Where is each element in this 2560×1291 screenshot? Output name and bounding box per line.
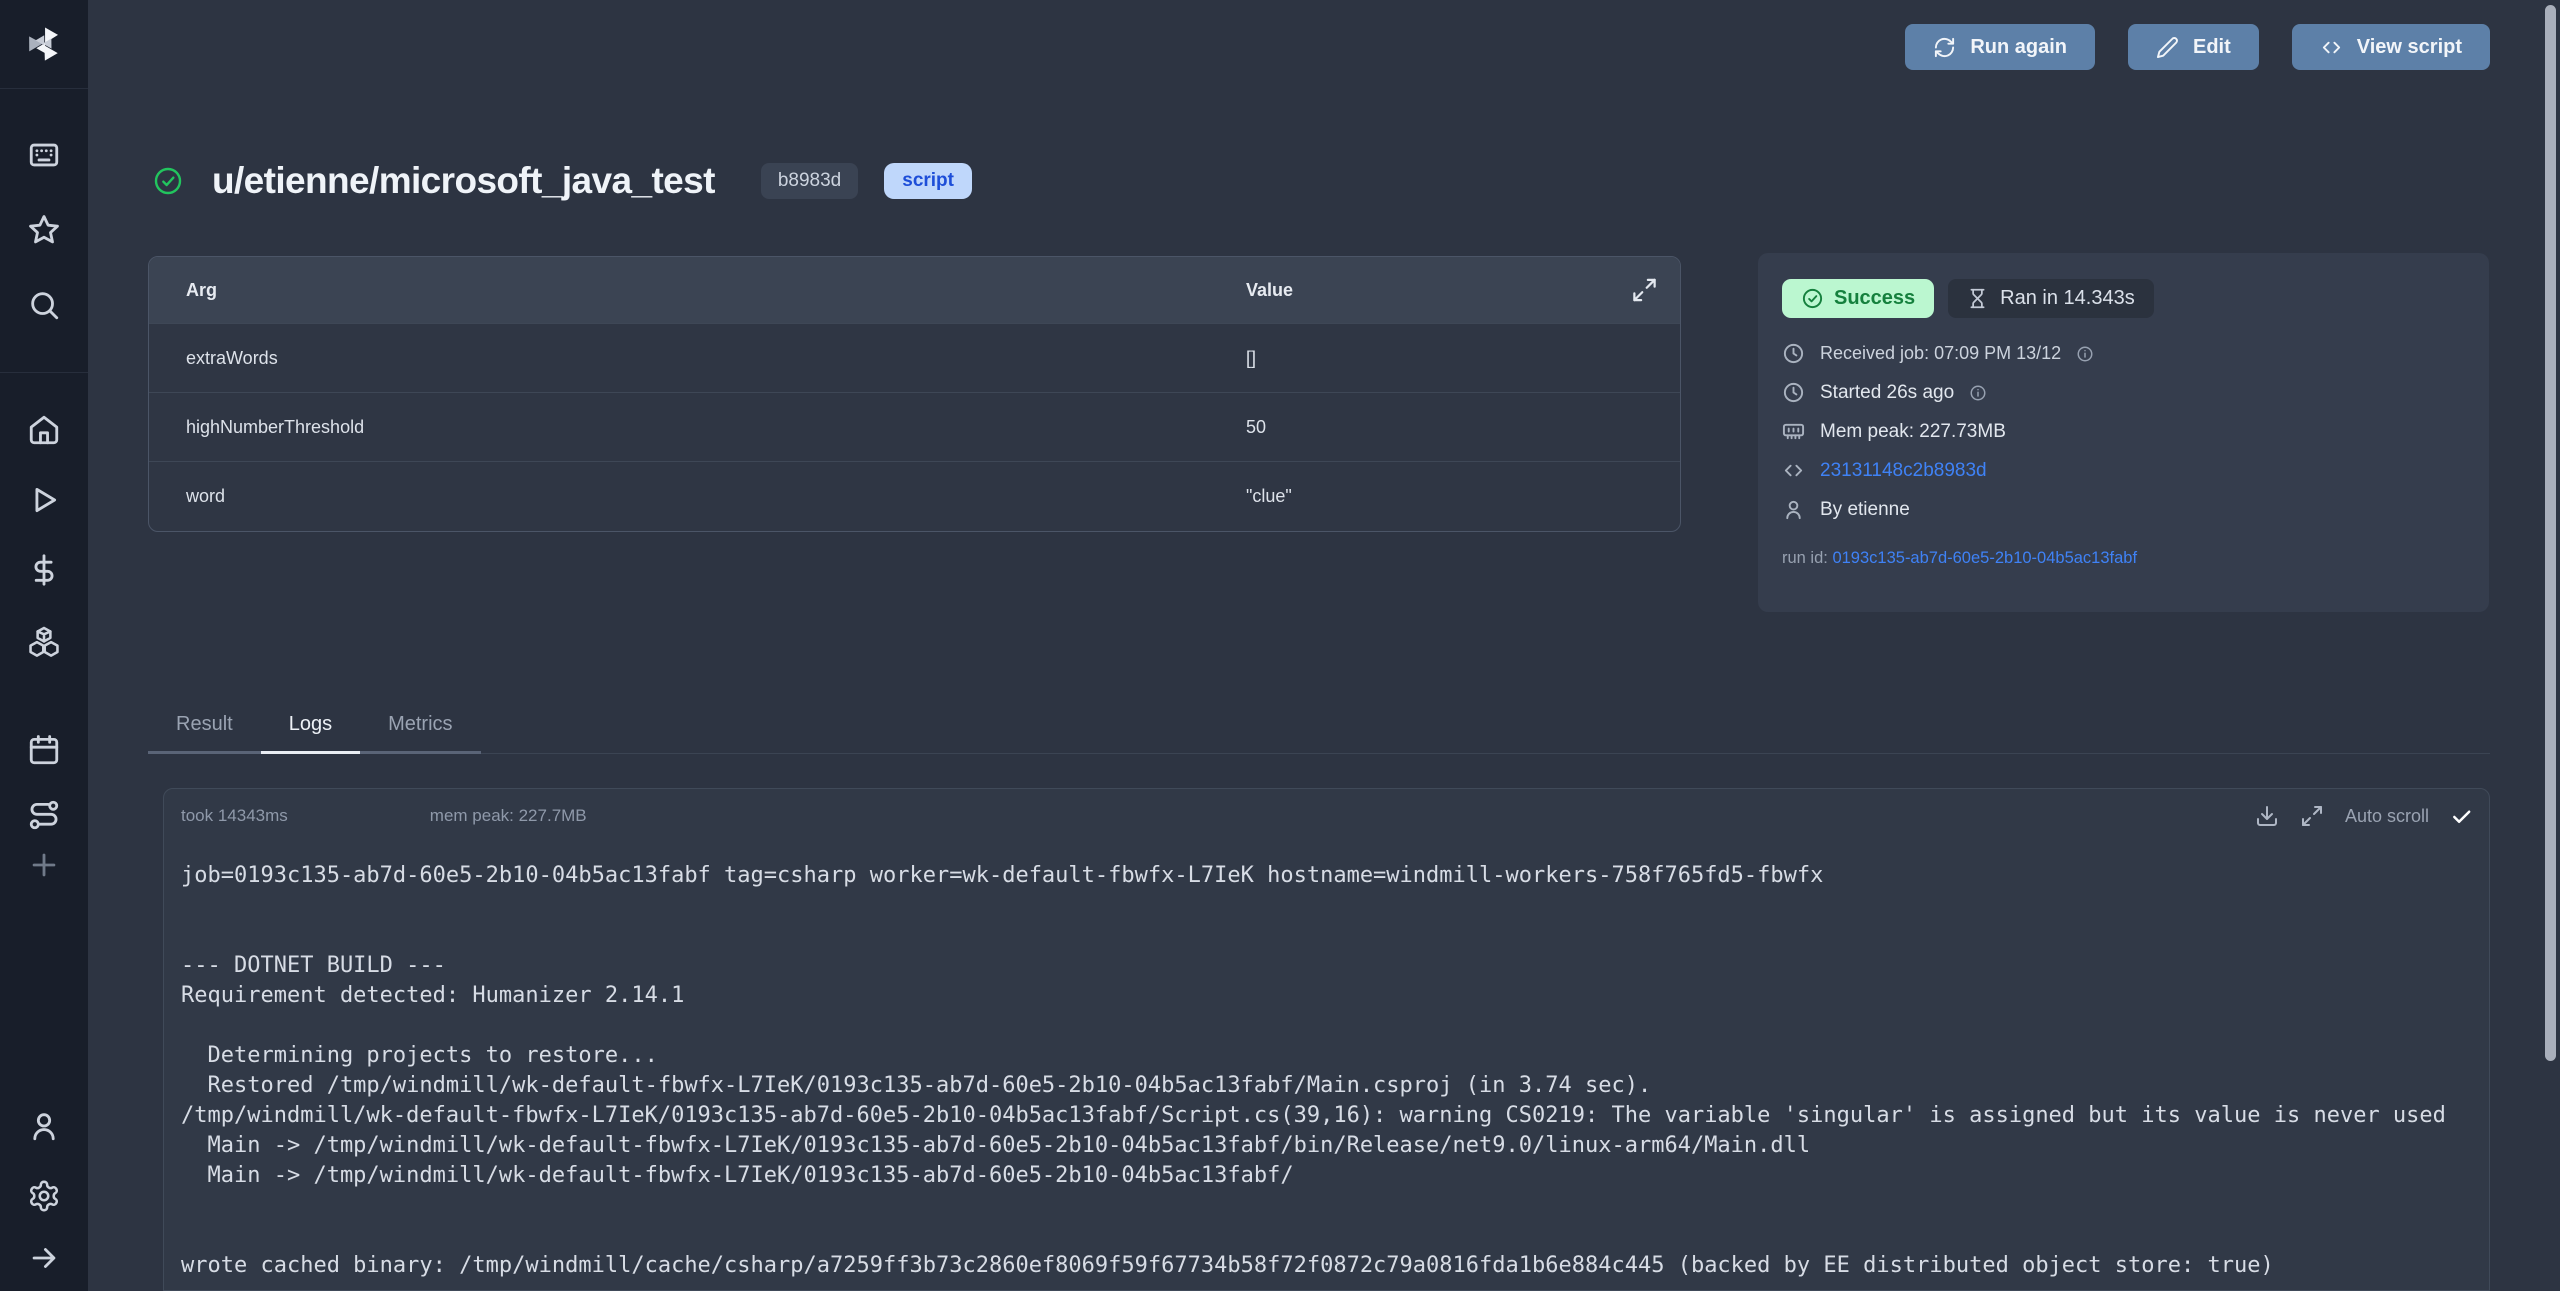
code-icon (2320, 36, 2343, 59)
auto-scroll-label: Auto scroll (2345, 806, 2429, 827)
author-row: By etienne (1782, 490, 2489, 529)
expand-sidebar-arrow-icon[interactable] (27, 1241, 61, 1275)
arg-value: 50 (1246, 417, 1680, 438)
memory-icon (1782, 420, 1805, 443)
search-icon[interactable] (27, 288, 61, 322)
args-table-header: Arg Value (149, 257, 1680, 323)
log-mem-peak-label: mem peak: 227.7MB (430, 806, 587, 826)
duration-label: Ran in 14.343s (2000, 287, 2135, 310)
arg-name: highNumberThreshold (149, 417, 1246, 438)
log-output: job=0193c135-ab7d-60e5-2b10-04b5ac13fabf… (164, 843, 2489, 1281)
duration-chip: Ran in 14.343s (1948, 279, 2154, 318)
user-icon (1782, 498, 1805, 521)
code-icon (1782, 459, 1805, 482)
tab-logs[interactable]: Logs (261, 703, 360, 754)
pencil-icon (2156, 36, 2179, 59)
success-check-icon (152, 165, 184, 197)
log-panel: took 14343ms mem peak: 227.7MB Auto scro… (163, 788, 2490, 1291)
arg-name: extraWords (149, 348, 1246, 369)
mem-peak-label: Mem peak: 227.73MB (1820, 421, 2006, 443)
home-icon[interactable] (27, 413, 61, 447)
table-row: highNumberThreshold 50 (149, 392, 1680, 461)
flows-route-icon[interactable] (27, 798, 61, 832)
script-type-badge[interactable]: script (884, 163, 972, 199)
started-label: Started 26s ago (1820, 382, 1954, 404)
run-id-link[interactable]: 0193c135-ab7d-60e5-2b10-04b5ac13fabf (1832, 549, 2137, 567)
run-id-label: run id: (1782, 549, 1832, 567)
sidebar (0, 0, 88, 1291)
received-row: Received job: 07:09 PM 13/12 (1782, 334, 2489, 373)
info-icon[interactable] (1969, 384, 1987, 402)
schedules-calendar-icon[interactable] (27, 733, 61, 767)
tab-metrics[interactable]: Metrics (360, 703, 480, 754)
column-header-value: Value (1246, 280, 1680, 301)
download-icon[interactable] (2255, 804, 2279, 828)
windmill-logo[interactable] (0, 0, 88, 89)
detail-list: Received job: 07:09 PM 13/12 Started 26s… (1782, 334, 2489, 529)
tab-result[interactable]: Result (148, 703, 261, 754)
column-header-arg: Arg (149, 280, 1246, 301)
edit-button[interactable]: Edit (2128, 24, 2259, 70)
add-plus-icon[interactable] (27, 848, 61, 882)
arg-name: word (149, 486, 1246, 507)
title-row: u/etienne/microsoft_java_test b8983d scr… (152, 160, 972, 202)
log-controls: Auto scroll (2255, 804, 2473, 828)
clock-icon (1782, 342, 1805, 365)
auto-scroll-checkbox[interactable] (2450, 805, 2473, 828)
args-table: Arg Value extraWords [] highNumberThresh… (148, 256, 1681, 532)
info-icon[interactable] (2076, 345, 2094, 363)
arg-value: [] (1246, 348, 1680, 369)
sidebar-divider (0, 372, 88, 373)
run-id-row: run id: 0193c135-ab7d-60e5-2b10-04b5ac13… (1782, 549, 2489, 568)
resources-boxes-icon[interactable] (27, 623, 61, 657)
view-script-label: View script (2357, 36, 2462, 59)
arg-value: "clue" (1246, 486, 1680, 507)
tabs-underline (481, 703, 2490, 754)
received-label: Received job: 07:09 PM 13/12 (1820, 343, 2061, 364)
expand-log-icon[interactable] (2300, 804, 2324, 828)
keyboard-apps-icon[interactable] (27, 138, 61, 172)
job-details-panel: Success Ran in 14.343s Received job: 07:… (1758, 253, 2489, 612)
variables-dollar-icon[interactable] (27, 553, 61, 587)
hourglass-icon (1967, 288, 1988, 309)
page-title: u/etienne/microsoft_java_test (212, 160, 715, 202)
log-took-label: took 14343ms (181, 806, 288, 826)
script-hash-link[interactable]: 23131148c2b8983d (1820, 460, 1987, 482)
log-header: took 14343ms mem peak: 227.7MB Auto scro… (164, 789, 2489, 843)
started-row: Started 26s ago (1782, 373, 2489, 412)
account-user-icon[interactable] (27, 1109, 61, 1143)
table-row: extraWords [] (149, 323, 1680, 392)
status-label: Success (1834, 287, 1915, 310)
runs-play-icon[interactable] (27, 483, 61, 517)
edit-label: Edit (2193, 36, 2231, 59)
author-label: By etienne (1820, 499, 1910, 521)
status-badge: Success (1782, 279, 1934, 318)
expand-args-icon[interactable] (1631, 277, 1658, 304)
status-row: Success Ran in 14.343s (1758, 253, 2489, 318)
page-scrollbar[interactable] (2545, 5, 2556, 1061)
mem-peak-row: Mem peak: 227.73MB (1782, 412, 2489, 451)
script-hash-row: 23131148c2b8983d (1782, 451, 2489, 490)
header-actions: Run again Edit View script (1905, 24, 2490, 70)
table-row: word "clue" (149, 461, 1680, 530)
view-script-button[interactable]: View script (2292, 24, 2490, 70)
settings-gear-icon[interactable] (27, 1179, 61, 1213)
favorites-star-icon[interactable] (27, 213, 61, 247)
refresh-icon (1933, 36, 1956, 59)
clock-icon (1782, 381, 1805, 404)
run-again-label: Run again (1970, 36, 2067, 59)
version-hash-badge: b8983d (761, 163, 858, 199)
run-again-button[interactable]: Run again (1905, 24, 2095, 70)
result-tabs: Result Logs Metrics (148, 703, 2490, 754)
